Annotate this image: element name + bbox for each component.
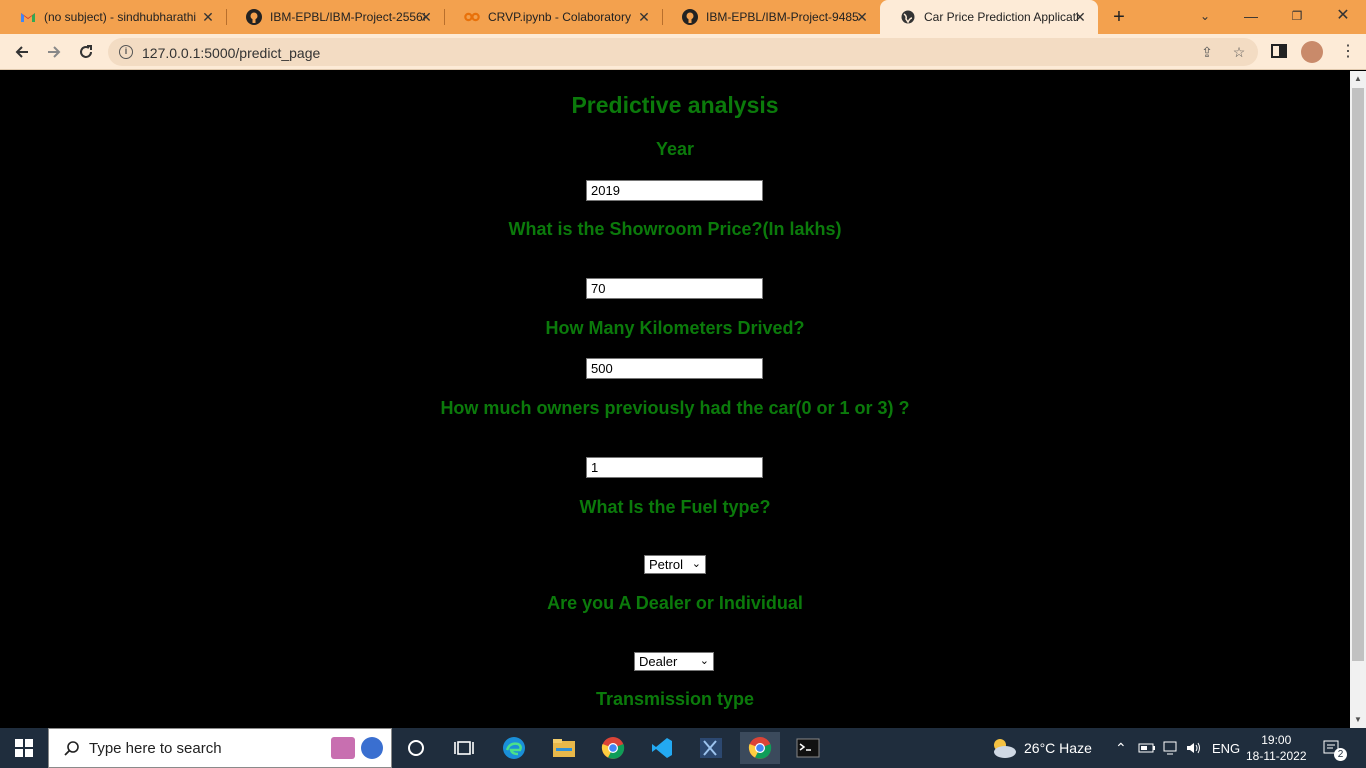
tab-strip: (no subject) - sindhubharathi ✕ IBM-EPBL… — [0, 0, 1366, 34]
fuel-type-value: Petrol — [649, 557, 683, 572]
page-scrollbar[interactable]: ▲ ▼ — [1350, 71, 1366, 728]
weather-cloud-icon — [994, 739, 1016, 758]
globe-icon — [900, 9, 916, 25]
scroll-down-icon[interactable]: ▼ — [1350, 712, 1366, 728]
taskbar-search[interactable]: Type here to search — [48, 728, 392, 768]
gmail-icon — [20, 9, 36, 25]
transmission-label: Transmission type — [595, 689, 755, 709]
tab-search-icon[interactable]: ⌄ — [1182, 0, 1228, 34]
search-highlight-icon — [331, 737, 355, 759]
seller-type-select[interactable]: Dealer ⌄ — [634, 652, 714, 671]
tab-github-1[interactable]: IBM-EPBL/IBM-Project-25568 ✕ — [226, 0, 444, 34]
close-icon[interactable]: ✕ — [200, 9, 216, 25]
browser-toolbar: i 127.0.0.1:5000/predict_page ⇪ ☆ ⋮ — [0, 34, 1366, 70]
search-highlight-icon — [361, 737, 383, 759]
menu-icon[interactable]: ⋮ — [1338, 42, 1358, 62]
info-icon[interactable]: i — [119, 45, 133, 59]
tab-title: (no subject) - sindhubharathi — [44, 10, 197, 24]
forward-button[interactable] — [42, 40, 66, 64]
start-button[interactable] — [0, 728, 48, 768]
battery-icon[interactable] — [1138, 728, 1156, 768]
file-explorer-icon[interactable] — [544, 732, 584, 764]
reload-button[interactable] — [74, 40, 98, 64]
notification-count: 2 — [1334, 748, 1347, 761]
search-icon — [64, 741, 79, 756]
clock[interactable]: 19:00 18-11-2022 — [1246, 728, 1307, 768]
github-icon — [682, 9, 698, 25]
share-icon[interactable]: ⇪ — [1198, 44, 1216, 62]
restore-button[interactable]: ❐ — [1274, 0, 1320, 34]
scrollbar-thumb[interactable] — [1352, 88, 1364, 661]
vscode-icon[interactable] — [642, 732, 682, 764]
back-button[interactable] — [10, 40, 34, 64]
tab-github-2[interactable]: IBM-EPBL/IBM-Project-9485 ✕ — [662, 0, 880, 34]
kilometers-label: How Many Kilometers Drived? — [545, 318, 805, 338]
profile-avatar[interactable] — [1301, 41, 1323, 63]
owners-input[interactable]: 1 — [586, 457, 763, 478]
network-icon[interactable] — [1162, 728, 1178, 768]
address-bar[interactable]: i 127.0.0.1:5000/predict_page ⇪ ☆ — [108, 38, 1258, 66]
terminal-icon[interactable] — [788, 732, 828, 764]
chevron-down-icon: ⌄ — [699, 655, 709, 667]
clock-date: 18-11-2022 — [1246, 749, 1307, 763]
chevron-down-icon: ⌄ — [691, 558, 701, 570]
cortana-icon[interactable] — [396, 732, 436, 764]
scroll-up-icon[interactable]: ▲ — [1350, 71, 1366, 87]
chrome-icon[interactable] — [593, 732, 633, 764]
kilometers-input[interactable]: 500 — [586, 358, 763, 379]
tab-title: IBM-EPBL/IBM-Project-25568 — [270, 10, 425, 24]
close-icon[interactable]: ✕ — [854, 9, 870, 25]
tab-title: IBM-EPBL/IBM-Project-9485 — [706, 10, 859, 24]
close-window-button[interactable]: ✕ — [1320, 0, 1366, 34]
fuel-type-label: What Is the Fuel type? — [579, 497, 771, 517]
reload-icon — [80, 45, 92, 58]
close-icon[interactable]: ✕ — [636, 9, 652, 25]
close-icon[interactable]: ✕ — [418, 9, 434, 25]
language-indicator[interactable]: ENG — [1212, 728, 1240, 768]
tab-car-price-prediction[interactable]: Car Price Prediction Applicati ✕ — [880, 0, 1098, 34]
close-icon[interactable]: ✕ — [1072, 9, 1088, 25]
search-placeholder: Type here to search — [89, 740, 222, 757]
chevron-up-icon[interactable]: ⌃ — [1115, 728, 1127, 768]
task-view-icon[interactable] — [444, 732, 484, 764]
owners-label: How much owners previously had the car(0… — [440, 398, 910, 418]
snipping-tool-icon[interactable] — [691, 732, 731, 764]
volume-icon[interactable] — [1185, 728, 1203, 768]
minimize-button[interactable]: — — [1228, 0, 1274, 34]
showroom-price-input[interactable]: 70 — [586, 278, 763, 299]
year-input[interactable]: 2019 — [586, 180, 763, 201]
seller-type-label: Are you A Dealer or Individual — [547, 593, 803, 613]
github-icon — [246, 9, 262, 25]
showroom-price-label: What is the Showroom Price?(In lakhs) — [508, 219, 842, 239]
colab-icon — [464, 9, 480, 25]
new-tab-button[interactable]: + — [1108, 6, 1130, 28]
url-text: 127.0.0.1:5000/predict_page — [142, 45, 321, 61]
tab-title: Car Price Prediction Applicati — [924, 10, 1079, 24]
tab-colab[interactable]: CRVP.ipynb - Colaboratory ✕ — [444, 0, 662, 34]
arrow-left-icon — [15, 46, 28, 58]
windows-taskbar: Type here to search 26°C Haze ⌃ ENG 19:0… — [0, 728, 1366, 768]
tab-gmail[interactable]: (no subject) - sindhubharathi ✕ — [0, 0, 226, 34]
windows-icon — [15, 739, 33, 757]
notification-center[interactable]: 2 — [1322, 728, 1347, 768]
side-panel-icon[interactable] — [1270, 42, 1290, 62]
edge-icon[interactable] — [494, 732, 534, 764]
arrow-right-icon — [48, 46, 61, 58]
chrome-active-icon[interactable] — [740, 732, 780, 764]
page-content: Predictive analysis Year 2019 What is th… — [0, 71, 1350, 728]
seller-type-value: Dealer — [639, 654, 678, 669]
clock-time: 19:00 — [1261, 733, 1292, 747]
tab-title: CRVP.ipynb - Colaboratory — [488, 10, 631, 24]
bookmark-star-icon[interactable]: ☆ — [1230, 44, 1248, 62]
weather-text: 26°C Haze — [1024, 740, 1092, 756]
weather-widget[interactable]: 26°C Haze — [988, 728, 1092, 768]
fuel-type-select[interactable]: Petrol ⌄ — [644, 555, 706, 574]
page-title: Predictive analysis — [571, 92, 779, 118]
year-label: Year — [655, 139, 695, 159]
